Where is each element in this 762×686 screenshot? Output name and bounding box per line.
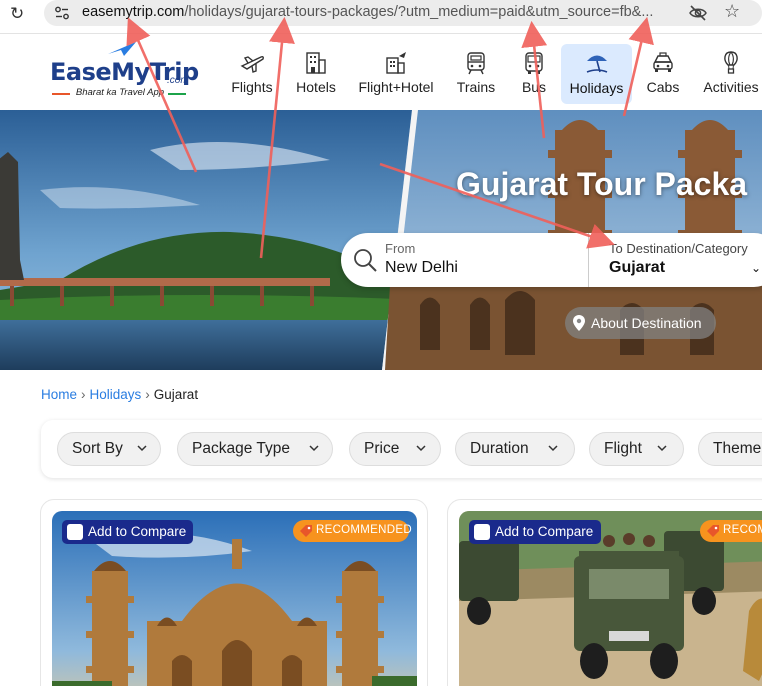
nav-label-bus: Bus <box>521 79 547 95</box>
chevron-down-icon <box>137 445 147 452</box>
filter-label: Package Type <box>192 440 290 457</box>
nav-label-flights: Flights <box>231 79 273 95</box>
chevron-down-icon <box>309 445 319 452</box>
logo-ease: EaseMy <box>50 58 150 86</box>
bookmark-star-icon[interactable]: ☆ <box>724 1 740 22</box>
tag-icon <box>707 525 719 537</box>
filter-sort-by[interactable]: Sort By <box>57 432 161 466</box>
bus-icon <box>525 52 543 74</box>
nav-flight-hotel[interactable]: Flight+Hotel <box>356 34 436 110</box>
filter-bar: Sort By Package Type Price Duration Flig… <box>41 420 762 478</box>
train-icon <box>467 52 485 75</box>
from-value[interactable]: New Delhi <box>385 259 458 277</box>
search-icon[interactable] <box>352 247 378 273</box>
filter-flight[interactable]: Flight <box>589 432 684 466</box>
hero-banner: Gujarat Tour Packa From New Delhi To Des… <box>0 110 762 370</box>
about-destination-label: About Destination <box>591 315 702 331</box>
chevron-down-icon[interactable]: ⌄ <box>751 261 761 275</box>
breadcrumb: Home › Holidays › Gujarat <box>41 387 198 402</box>
url-path: /holidays/gujarat-tours-packages/?utm_me… <box>184 4 654 20</box>
site-header: EaseMyTrip .com Bharat ka Travel App Fli… <box>0 34 762 110</box>
filter-label: Duration <box>470 440 529 457</box>
nav-label-cabs: Cabs <box>646 79 680 95</box>
easemytrip-logo[interactable]: EaseMyTrip .com Bharat ka Travel App <box>50 40 199 100</box>
hot-air-balloon-icon <box>724 51 738 74</box>
nav-label-activities: Activities <box>703 79 759 95</box>
chevron-down-icon <box>657 445 667 452</box>
logo-plane-icon <box>108 42 136 56</box>
browser-toolbar: ↻ easemytrip.com/holidays/gujarat-tours-… <box>0 0 762 34</box>
filter-label: Theme <box>713 440 762 457</box>
nav-holidays[interactable]: Holidays <box>561 44 632 104</box>
compare-checkbox[interactable] <box>474 524 490 540</box>
compare-checkbox[interactable] <box>67 524 83 540</box>
package-card[interactable]: Add to Compare RECOMMENDED <box>40 499 428 686</box>
nav-flights[interactable]: Flights <box>222 34 282 110</box>
nav-label-flight-hotel: Flight+Hotel <box>358 79 434 95</box>
site-info-icon[interactable] <box>54 5 70 21</box>
filter-duration[interactable]: Duration <box>455 432 575 466</box>
recommended-badge: RECOMMENDED <box>293 520 412 542</box>
eye-off-icon[interactable] <box>688 3 708 23</box>
mahabat-maqbara-photo: Add to Compare RECOMMENDED <box>52 511 417 686</box>
compare-label: Add to Compare <box>495 524 594 539</box>
breadcrumb-home[interactable]: Home <box>41 387 77 402</box>
destination-value[interactable]: Gujarat <box>609 259 665 277</box>
filter-label: Price <box>364 440 400 457</box>
breadcrumb-current: Gujarat <box>153 387 199 402</box>
nav-label-hotels: Hotels <box>296 79 336 95</box>
logo-line-right <box>168 93 186 95</box>
search-divider <box>588 233 589 287</box>
nav-label-trains: Trains <box>456 79 496 95</box>
car-icon <box>653 52 673 72</box>
filter-package-type[interactable]: Package Type <box>177 432 333 466</box>
url-text: easemytrip.com/holidays/gujarat-tours-pa… <box>82 4 682 20</box>
breadcrumb-separator-icon: › <box>81 387 86 402</box>
breadcrumb-holidays[interactable]: Holidays <box>90 387 142 402</box>
nav-cabs[interactable]: Cabs <box>640 34 686 110</box>
gir-safari-photo: Add to Compare RECOM <box>459 511 762 686</box>
recommended-label: RECOMMENDED <box>316 524 412 536</box>
filter-label: Flight <box>604 440 642 457</box>
breadcrumb-separator-icon: › <box>145 387 150 402</box>
nav-trains[interactable]: Trains <box>450 34 502 110</box>
compare-label: Add to Compare <box>88 524 187 539</box>
recommended-badge: RECOM <box>700 520 762 542</box>
nav-hotels[interactable]: Hotels <box>290 34 342 110</box>
filter-label: Sort By <box>72 440 123 457</box>
airplane-icon <box>240 56 264 73</box>
hotel-building-icon <box>306 52 326 74</box>
hero-title: Gujarat Tour Packa <box>456 166 748 202</box>
holiday-search-box: From New Delhi To Destination/Category G… <box>341 233 762 287</box>
chevron-down-icon <box>548 445 558 452</box>
tag-icon <box>300 525 312 537</box>
package-card[interactable]: Add to Compare RECOM <box>447 499 762 686</box>
beach-umbrella-icon <box>586 55 607 73</box>
reload-icon[interactable]: ↻ <box>10 4 24 24</box>
logo-suffix: .com <box>167 75 189 86</box>
url-domain: easemytrip.com <box>82 4 185 20</box>
about-destination-button[interactable]: About Destination <box>565 307 716 339</box>
add-to-compare-button[interactable]: Add to Compare <box>469 520 601 544</box>
add-to-compare-button[interactable]: Add to Compare <box>62 520 193 544</box>
recommended-label: RECOM <box>723 524 762 536</box>
nav-bus[interactable]: Bus <box>512 34 556 110</box>
nav-activities[interactable]: Activities <box>700 34 762 110</box>
filter-price[interactable]: Price <box>349 432 441 466</box>
destination-label: To Destination/Category <box>609 241 748 256</box>
chevron-down-icon <box>416 445 426 452</box>
page: ↻ easemytrip.com/holidays/gujarat-tours-… <box>0 0 762 686</box>
location-pin-icon <box>573 315 585 331</box>
nav-label-holidays: Holidays <box>569 80 624 96</box>
from-label: From <box>385 241 416 256</box>
filter-theme[interactable]: Theme <box>698 432 762 466</box>
address-bar[interactable]: easemytrip.com/holidays/gujarat-tours-pa… <box>44 0 762 26</box>
flight-hotel-icon <box>386 52 406 74</box>
